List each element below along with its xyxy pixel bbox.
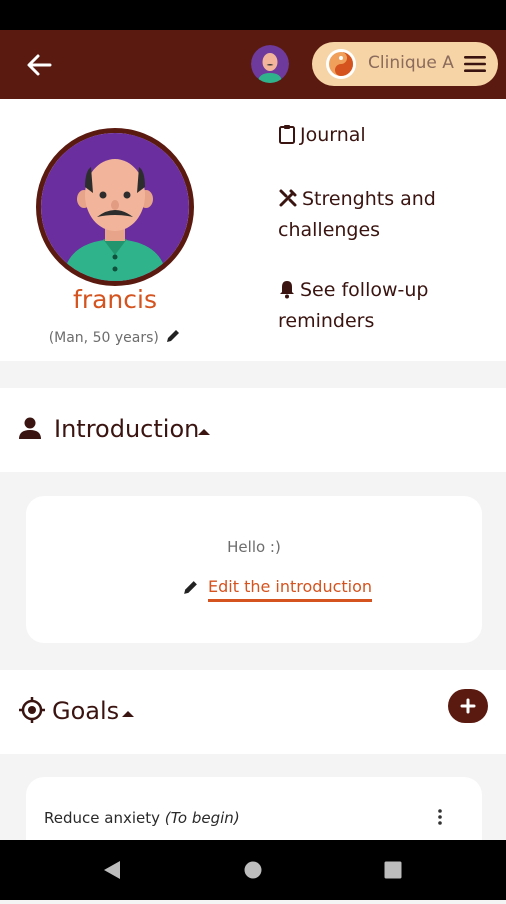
- profile-meta-text: (Man, 50 years): [48, 330, 159, 346]
- bell-icon: [278, 279, 296, 307]
- journal-link[interactable]: Journal: [278, 121, 366, 152]
- status-bar: [0, 0, 506, 30]
- goal-status: (To begin): [164, 809, 240, 827]
- goals-section-header[interactable]: Goals: [0, 670, 506, 754]
- goals-title: Goals: [52, 697, 120, 725]
- pencil-icon: [182, 579, 199, 600]
- profile-avatar: [36, 128, 194, 286]
- triangle-back-icon: [104, 861, 120, 879]
- edit-profile-pencil-icon[interactable]: [165, 328, 181, 348]
- circle-home-icon: [244, 861, 262, 879]
- edit-introduction-label: Edit the introduction: [208, 577, 373, 602]
- profile-meta: (Man, 50 years): [0, 328, 230, 348]
- more-options-icon[interactable]: [434, 807, 446, 827]
- nav-recents-button[interactable]: [363, 840, 423, 900]
- system-navigation-bar: [0, 840, 506, 900]
- target-icon: [18, 696, 46, 728]
- goal-text: Reduce anxiety (To begin): [44, 809, 240, 827]
- introduction-card: Hello :) Edit the introduction: [26, 496, 482, 643]
- caret-up-icon: [197, 422, 211, 441]
- clipboard-icon: [278, 124, 296, 152]
- introduction-text: Hello :): [227, 538, 281, 556]
- back-button[interactable]: [22, 50, 58, 80]
- journal-link-label: Journal: [300, 124, 366, 146]
- strengths-challenges-label: Strenghts and challenges: [278, 188, 436, 241]
- follow-up-reminders-label: See follow-up reminders: [278, 279, 429, 332]
- profile-card: francis (Man, 50 years) Journal Strenght…: [0, 99, 506, 361]
- square-recents-icon: [384, 861, 402, 879]
- profile-name: francis: [73, 285, 157, 314]
- follow-up-reminders-link[interactable]: See follow-up reminders: [278, 276, 478, 335]
- user-avatar[interactable]: [251, 45, 289, 83]
- hamburger-menu-icon[interactable]: [464, 54, 486, 74]
- add-goal-button[interactable]: [448, 689, 488, 723]
- arrow-left-icon: [27, 54, 52, 76]
- strengths-challenges-link[interactable]: Strenghts and challenges: [278, 185, 478, 244]
- introduction-title: Introduction: [54, 415, 200, 443]
- plus-icon: [460, 698, 476, 714]
- person-icon: [18, 416, 42, 444]
- nav-home-button[interactable]: [223, 840, 283, 900]
- clinic-selector[interactable]: Clinique A: [312, 42, 498, 86]
- tools-icon: [278, 188, 298, 216]
- nav-back-button[interactable]: [82, 840, 142, 900]
- goal-name: Reduce anxiety: [44, 809, 160, 827]
- introduction-section-header[interactable]: Introduction: [0, 388, 506, 472]
- caret-up-icon: [121, 704, 135, 723]
- clinic-name: Clinique A: [368, 53, 454, 73]
- clinic-logo: [326, 49, 356, 79]
- edit-introduction-button[interactable]: Edit the introduction: [182, 577, 373, 602]
